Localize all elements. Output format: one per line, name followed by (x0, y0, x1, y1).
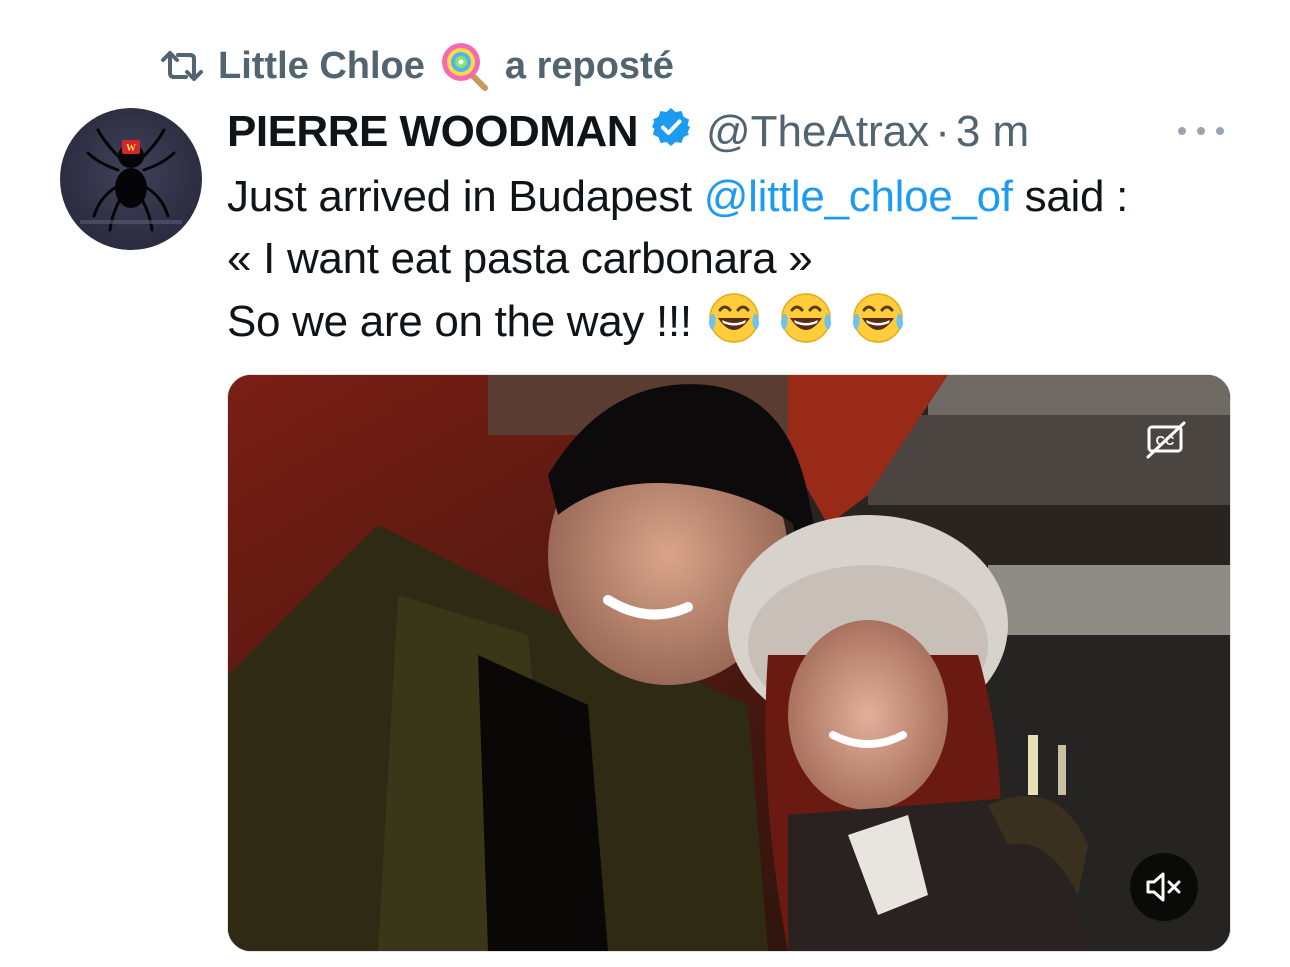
tweet-header: PIERRE WOODMAN @TheAtrax · 3 m (227, 104, 1029, 160)
author-avatar[interactable]: W (60, 108, 202, 250)
face-with-tears-of-joy-icon (776, 290, 836, 363)
repost-user-name[interactable]: Little Chloe (218, 45, 425, 88)
repost-context[interactable]: Little Chloe a reposté (160, 40, 674, 92)
speaker-muted-icon (1146, 872, 1181, 902)
spider-logo-icon: W (80, 128, 182, 232)
svg-text:W: W (126, 143, 136, 154)
separator-dot: · (935, 107, 950, 156)
lollipop-icon (439, 40, 491, 92)
author-name[interactable]: PIERRE WOODMAN (227, 107, 639, 157)
repost-icon (160, 49, 204, 83)
verified-badge-icon[interactable] (650, 106, 692, 159)
tweet-timestamp[interactable]: 3 m (956, 107, 1029, 157)
mention-link[interactable]: @little_chloe_of (704, 172, 1013, 221)
tweet-text-line-2: « I want eat pasta carbonara » (227, 234, 813, 283)
tweet-text-line-3: So we are on the way !!! (227, 290, 1257, 352)
tweet-video[interactable]: CC (227, 374, 1231, 952)
mute-button[interactable] (1130, 853, 1198, 921)
captions-off-icon[interactable]: CC (1146, 421, 1186, 459)
face-with-tears-of-joy-icon (704, 290, 764, 363)
tweet-text: Just arrived in Budapest @little_chloe_o… (227, 166, 1257, 352)
repost-action: a reposté (504, 44, 674, 87)
more-options-icon[interactable] (1178, 116, 1224, 146)
face-with-tears-of-joy-icon (848, 290, 908, 363)
author-handle[interactable]: @TheAtrax (706, 107, 929, 157)
video-frame (228, 375, 1230, 951)
tweet-text-line-1: Just arrived in Budapest @little_chloe_o… (227, 172, 1128, 221)
